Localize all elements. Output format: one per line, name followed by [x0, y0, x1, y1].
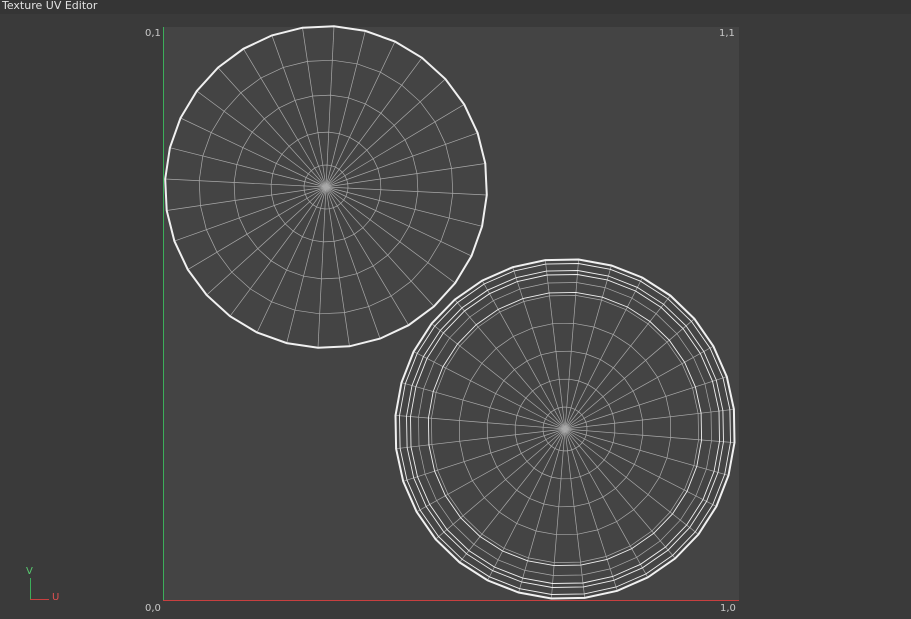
uv-editor-window: Texture UV Editor 0,1 1,1 0,0 1,0 V U — [0, 0, 911, 619]
uv-corner-label-bottom-left: 0,0 — [145, 603, 161, 614]
gizmo-v-label: V — [26, 566, 33, 577]
uv-unit-square — [163, 27, 739, 601]
uv-axis-gizmo — [30, 578, 49, 600]
uv-viewport[interactable] — [0, 0, 911, 619]
uv-corner-label-top-right: 1,1 — [719, 28, 735, 39]
uv-corner-label-top-left: 0,1 — [145, 28, 161, 39]
uv-corner-label-bottom-right: 1,0 — [720, 603, 736, 614]
gizmo-u-label: U — [52, 592, 60, 603]
